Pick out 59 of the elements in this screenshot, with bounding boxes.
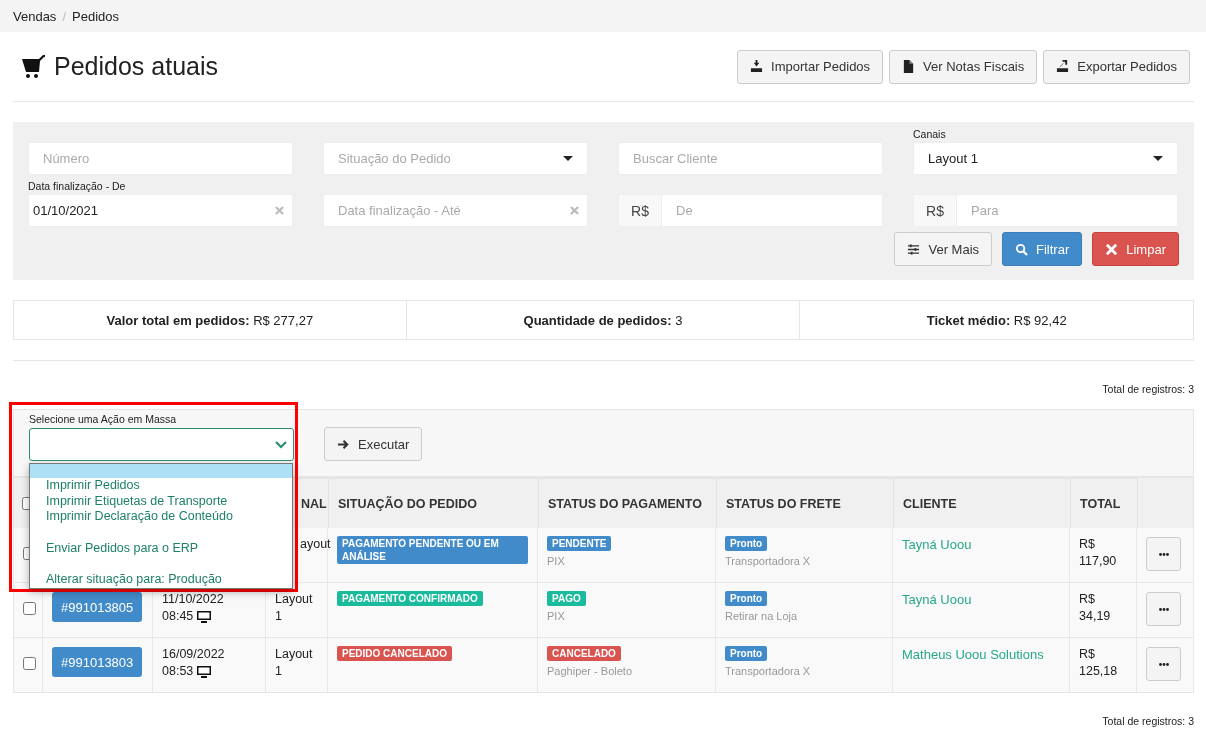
select-field[interactable]: Layout 1 [913, 142, 1178, 175]
amount-field[interactable]: De [662, 194, 883, 227]
filter-button[interactable]: Ver Mais [894, 232, 993, 266]
payment-method: Paghiper - Boleto [547, 664, 632, 679]
field-label: Data finalização - De [28, 180, 126, 192]
client-link[interactable]: Tayná Uoou [902, 536, 972, 553]
channel-text: Layout 1 [275, 646, 314, 680]
order-date: 11/10/2022 [162, 591, 224, 608]
filter-button[interactable]: Limpar [1092, 232, 1179, 266]
status-badge: PAGAMENTO CONFIRMADO [337, 591, 483, 606]
page-title: Pedidos atuais [54, 52, 218, 81]
status-badge: Pronto [725, 591, 768, 606]
channel-text: Layout 1 [275, 591, 314, 625]
order-total: R$ 117,90 [1079, 536, 1118, 570]
record-count: Total de registros: 3 [1101, 715, 1194, 727]
summary-text: Ticket médio: R$ 92,42 [926, 312, 1067, 328]
amount-field[interactable]: Para [957, 194, 1178, 227]
text-field[interactable]: Número [28, 142, 293, 175]
status-badge: Pronto [725, 646, 768, 661]
breadcrumb-link[interactable]: Vendas [13, 8, 57, 24]
client-link[interactable]: Matheus Uoou Solutions [902, 646, 1044, 663]
order-time: 08:53 [162, 663, 194, 680]
status-badge: PEDIDO CANCELADO [337, 646, 452, 661]
menu-option[interactable]: Alterar situação para: Produção [46, 572, 292, 588]
summary-text: Valor total em pedidos: R$ 277,27 [106, 312, 314, 328]
shipping-method: Transportadora X [725, 664, 811, 679]
field-label: Canais [913, 128, 946, 140]
order-number-button[interactable]: #991013803 [52, 647, 143, 677]
header-button[interactable]: Importar Pedidos [737, 49, 884, 84]
status-badge: Pronto [725, 536, 768, 551]
order-total: R$ 125,18 [1079, 646, 1119, 680]
payment-method: PIX [547, 554, 565, 569]
text-field[interactable]: Buscar Cliente [618, 142, 883, 175]
status-badge: PAGAMENTO PENDENTE OU EM ANÁLISE [337, 536, 528, 564]
channel-text: ayout [300, 536, 331, 553]
header-button[interactable]: Ver Notas Fiscais [889, 49, 1038, 84]
summary-text: Quantidade de pedidos: 3 [523, 312, 683, 328]
filter-button[interactable]: Filtrar [1002, 232, 1083, 266]
shipping-method: Retirar na Loja [725, 609, 798, 624]
date-field[interactable]: 01/10/2021 [28, 194, 293, 227]
record-count: Total de registros: 3 [1101, 383, 1194, 395]
order-date: 16/09/2022 [162, 646, 225, 663]
client-link[interactable]: Tayná Uoou [902, 591, 972, 608]
currency-addon: R$ [913, 194, 957, 227]
status-badge: PAGO [547, 591, 586, 606]
order-time: 08:45 [162, 608, 194, 625]
breadcrumb-link[interactable]: Pedidos [72, 8, 119, 24]
status-badge: PENDENTE [547, 536, 612, 551]
field-label: Selecione uma Ação em Massa [29, 413, 178, 425]
menu-option[interactable]: Enviar Pedidos para o ERP [46, 540, 292, 556]
breadcrumb-separator: / [62, 8, 66, 24]
header-button[interactable]: Exportar Pedidos [1043, 49, 1190, 84]
currency-addon: R$ [618, 194, 662, 227]
order-total: R$ 34,19 [1079, 591, 1112, 625]
execute-button[interactable]: Executar [324, 427, 423, 461]
shipping-method: Transportadora X [725, 554, 811, 569]
status-badge: CANCELADO [547, 646, 621, 661]
order-number-button[interactable]: #991013805 [52, 592, 143, 622]
payment-method: PIX [547, 609, 565, 624]
